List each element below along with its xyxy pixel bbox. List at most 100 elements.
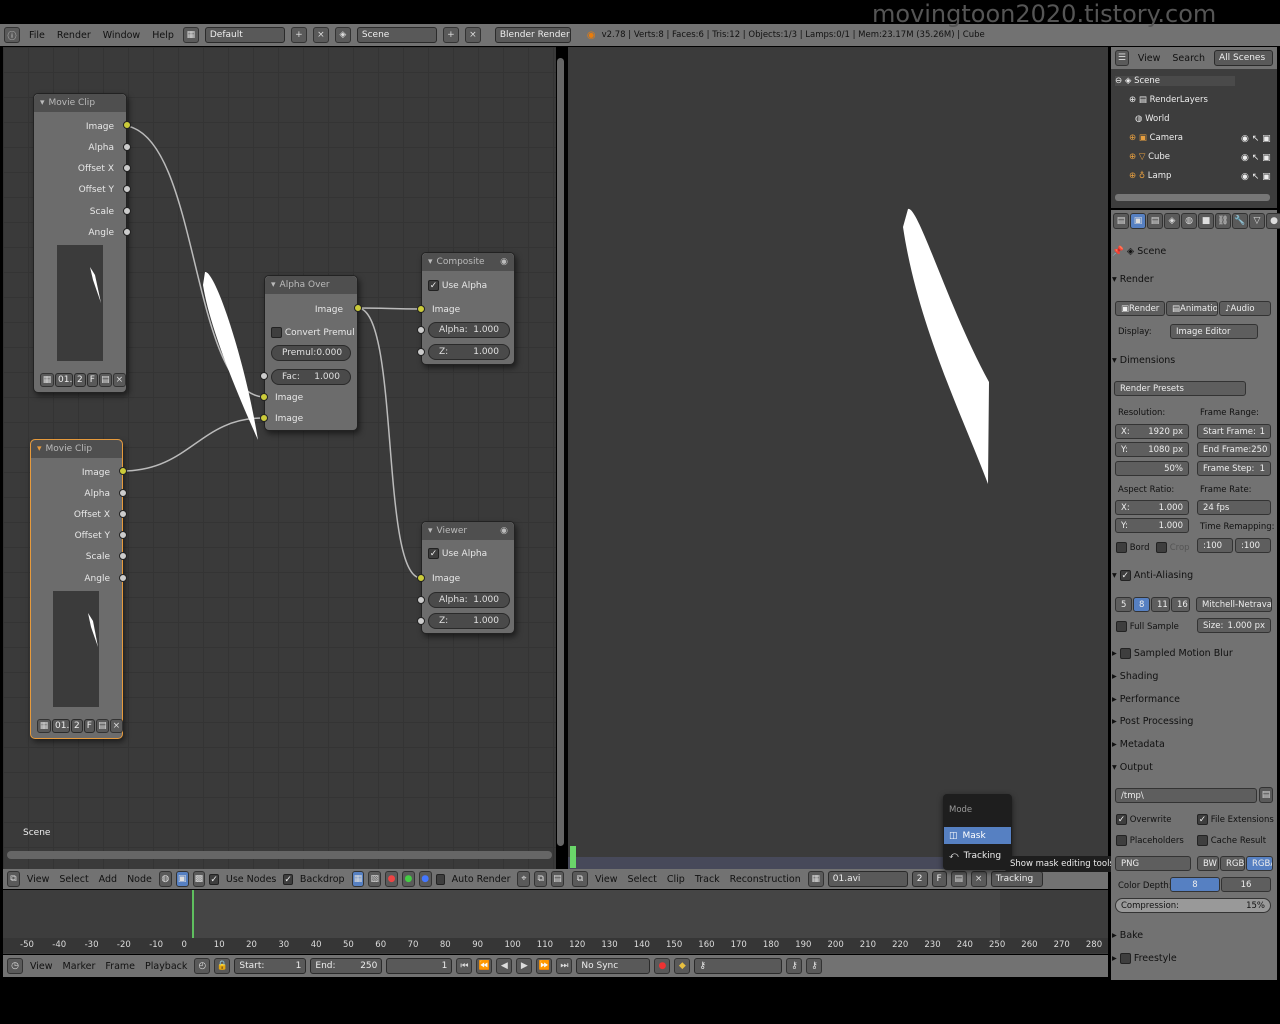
alpha-over-node[interactable]: ▾ Alpha Over Image Convert Premul Premul:…	[264, 275, 358, 431]
aa-samples-8[interactable]: 8	[1133, 597, 1150, 612]
collapse-arrow-icon[interactable]: ▾	[271, 280, 276, 290]
editor-type-icon[interactable]: ⧉	[572, 871, 588, 887]
clip-users-count[interactable]: 2	[71, 719, 83, 733]
full-sample-toggle[interactable]: Full Sample	[1116, 621, 1179, 632]
socket-in-z[interactable]	[417, 617, 425, 625]
next-keyframe-icon[interactable]: ⏩	[536, 958, 553, 974]
editor-type-icon[interactable]: ▤	[1113, 213, 1129, 229]
backdrop-color-icon[interactable]: ▦	[351, 871, 365, 887]
data-tab-icon[interactable]: ▽	[1249, 213, 1265, 229]
editor-type-icon[interactable]: ⧉	[7, 871, 20, 887]
texture-nodes-icon[interactable]: ▩	[192, 871, 206, 887]
render-button[interactable]: ▣ Render	[1115, 301, 1165, 316]
resolution-y-field[interactable]: Y: 1080 px	[1115, 442, 1189, 457]
open-folder-icon[interactable]: ▤	[98, 373, 112, 387]
outliner-item-cube[interactable]: ⊕ ▽ Cube	[1129, 152, 1170, 162]
aspect-y-field[interactable]: Y: 1.000	[1115, 518, 1189, 533]
aa-samples-11[interactable]: 11	[1151, 597, 1170, 612]
composite-node[interactable]: ▾ Composite ◉ ✓ Use Alpha Image Alpha: 1.00…	[421, 252, 515, 365]
keying-set-field[interactable]: ⚷	[694, 958, 783, 974]
compression-slider[interactable]: Compression: 15%	[1115, 898, 1271, 913]
color-depth-8[interactable]: 8	[1170, 877, 1220, 892]
alpha-field[interactable]: Alpha: 1.000	[428, 592, 510, 608]
filter-size-field[interactable]: Size: 1.000 px	[1197, 618, 1271, 633]
outliner-item-world[interactable]: ◍ World	[1135, 114, 1169, 124]
folder-browse-icon[interactable]: ▤	[1259, 787, 1273, 803]
clip-fake-user[interactable]: F	[931, 871, 947, 887]
socket-in-image[interactable]	[417, 574, 425, 582]
metadata-panel-header[interactable]: ▸ Metadata	[1112, 739, 1275, 750]
editor-type-icon[interactable]: ☰	[1115, 50, 1129, 66]
use-alpha-toggle[interactable]: ✓ Use Alpha	[428, 280, 487, 291]
clip-name-field[interactable]: 01.	[55, 373, 73, 387]
object-tab-icon[interactable]: ■	[1198, 213, 1214, 229]
node-options-icon[interactable]: ◉	[500, 526, 508, 536]
material-tab-icon[interactable]: ●	[1266, 213, 1280, 229]
scene-tab-icon[interactable]: ◈	[1164, 213, 1180, 229]
aa-filter-selector[interactable]: Mitchell-Netravali	[1196, 597, 1272, 612]
open-folder-icon[interactable]: ▤	[95, 719, 109, 733]
outliner-item-renderlayers[interactable]: ⊕ ▤ RenderLayers	[1129, 95, 1208, 105]
node-options-icon[interactable]: ◉	[500, 257, 508, 267]
crop-toggle[interactable]: Crop	[1156, 542, 1190, 553]
resolution-percentage-field[interactable]: 50%	[1115, 461, 1189, 476]
alpha-field[interactable]: Alpha: 1.000	[428, 322, 510, 338]
aspect-x-field[interactable]: X: 1.000	[1115, 500, 1189, 515]
socket-in-alpha[interactable]	[417, 596, 425, 604]
clip-name-field[interactable]: 01.avi	[827, 871, 908, 887]
aa-samples-16[interactable]: 16	[1171, 597, 1190, 612]
node-v-scrollbar[interactable]	[557, 58, 564, 846]
bake-panel-header[interactable]: ▸ Bake	[1112, 930, 1275, 941]
visibility-eye-icon[interactable]: ◉ ↖ ▣	[1241, 172, 1271, 182]
frame-rate-selector[interactable]: 24 fps	[1197, 500, 1271, 515]
socket-out-image[interactable]	[119, 467, 127, 475]
clip-users-count[interactable]: 2	[911, 871, 928, 887]
lock-icon[interactable]: 🔒	[214, 958, 231, 974]
menu-reconstruction[interactable]: Reconstruction	[727, 874, 804, 885]
start-frame-field[interactable]: Start Frame: 1	[1197, 424, 1271, 439]
render-presets-selector[interactable]: Render Presets	[1114, 381, 1246, 396]
visibility-eye-icon[interactable]: ◉ ↖ ▣	[1241, 134, 1271, 144]
display-selector[interactable]: Image Editor	[1170, 324, 1258, 339]
color-depth-16[interactable]: 16	[1221, 877, 1271, 892]
backdrop-alpha-icon[interactable]: ▧	[368, 871, 382, 887]
clip-fake-user[interactable]: F	[83, 719, 95, 733]
end-frame-field[interactable]: End Frame: 250	[1197, 442, 1271, 457]
backdrop-checkbox[interactable]: ✓	[283, 873, 293, 885]
socket-out-image[interactable]	[123, 121, 131, 129]
record-icon[interactable]: ●	[654, 958, 671, 974]
menu-add[interactable]: Add	[96, 874, 120, 885]
render-tab-icon[interactable]: ▣	[1130, 213, 1146, 229]
menu-select[interactable]: Select	[56, 874, 91, 885]
outliner-item-lamp[interactable]: ⊕ ♁ Lamp	[1129, 171, 1171, 181]
socket-out-image[interactable]	[354, 304, 362, 312]
checkbox[interactable]	[1116, 542, 1127, 553]
channel-blue-icon[interactable]: ●	[418, 871, 432, 887]
render-layers-tab-icon[interactable]: ▤	[1147, 213, 1163, 229]
constraints-tab-icon[interactable]: ⛓	[1215, 213, 1231, 229]
world-tab-icon[interactable]: ◍	[1181, 213, 1197, 229]
collapse-arrow-icon[interactable]: ▾	[428, 526, 433, 536]
z-field[interactable]: Z: 1.000	[428, 613, 510, 629]
collapse-arrow-icon[interactable]: ▾	[40, 98, 45, 108]
editor-type-icon[interactable]: ◷	[7, 958, 23, 974]
convert-premul-toggle[interactable]: Convert Premul	[271, 327, 355, 338]
clip-browse-icon[interactable]: ▦	[807, 871, 824, 887]
outliner-filter[interactable]: All Scenes	[1214, 50, 1273, 66]
checkbox[interactable]: ✓	[1119, 570, 1131, 581]
dimensions-panel-header[interactable]: ▾ Dimensions	[1112, 355, 1275, 366]
checkbox[interactable]	[1197, 835, 1208, 846]
mode-selector[interactable]: Tracking	[990, 871, 1043, 887]
unlink-icon[interactable]: ×	[970, 871, 987, 887]
checkbox[interactable]: ✓	[1197, 814, 1208, 825]
channel-green-icon[interactable]: ●	[402, 871, 415, 887]
overwrite-toggle[interactable]: ✓ Overwrite	[1116, 814, 1172, 825]
outliner-scrollbar[interactable]	[1115, 194, 1270, 201]
checkbox[interactable]	[1156, 542, 1167, 553]
shader-nodes-icon[interactable]: ◍	[158, 871, 172, 887]
menu-marker[interactable]: Marker	[60, 961, 99, 972]
use-nodes-checkbox[interactable]: ✓	[209, 873, 219, 885]
checkbox[interactable]: ✓	[428, 280, 439, 291]
menu-clip[interactable]: Clip	[664, 874, 688, 885]
clip-users-count[interactable]: 2	[74, 373, 86, 387]
